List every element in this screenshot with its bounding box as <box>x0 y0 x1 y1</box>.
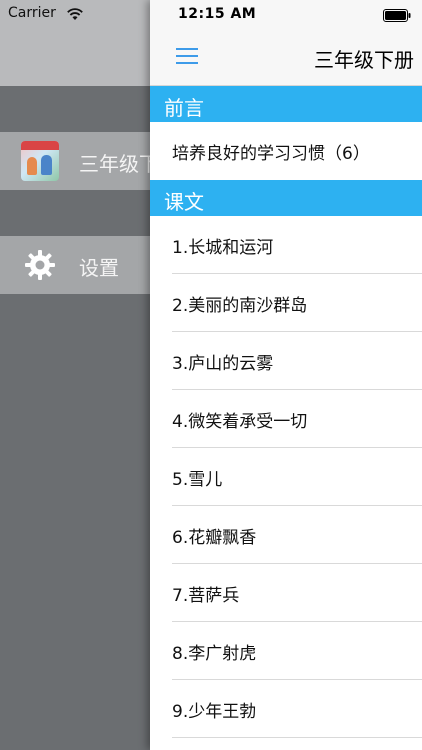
list-item-label: 4.微笑着承受一切 <box>172 412 308 432</box>
list-item[interactable]: 1.长城和运河 <box>150 216 422 274</box>
drawer-item-label: 设置 <box>79 256 119 280</box>
list-item-label: 2.美丽的南沙群岛 <box>172 296 308 316</box>
hamburger-menu-icon[interactable] <box>174 44 200 66</box>
list-item[interactable]: 4.微笑着承受一切 <box>150 390 422 448</box>
list-item-label: 6.花瓣飘香 <box>172 528 257 548</box>
status-time: 12:15 AM <box>178 6 257 22</box>
list-item-label: 培养良好的学习习惯（6） <box>172 144 370 164</box>
list-item[interactable]: 3.庐山的云雾 <box>150 332 422 390</box>
divider <box>172 737 422 738</box>
list-item-label: 7.菩萨兵 <box>172 586 240 606</box>
list-item[interactable]: 2.美丽的南沙群岛 <box>150 274 422 332</box>
main-panel: 12:15 AM 三年级下册 前言 培养良好的学习习惯（6） 课文 1.长城和运… <box>150 0 422 750</box>
top-nav-bar: 三年级下册 <box>150 30 422 86</box>
list-item-label: 3.庐山的云雾 <box>172 354 274 374</box>
gear-icon <box>25 250 55 280</box>
list-item[interactable]: 6.花瓣飘香 <box>150 506 422 564</box>
section-header-label: 前言 <box>164 96 204 120</box>
status-bar: 12:15 AM <box>150 0 422 30</box>
section-header-label: 课文 <box>164 190 204 214</box>
book-cover-icon <box>21 141 59 181</box>
list-item-label: 9.少年王勃 <box>172 702 257 722</box>
list-item-label: 5.雪儿 <box>172 470 223 490</box>
list-item[interactable]: 7.菩萨兵 <box>150 564 422 622</box>
list-item[interactable]: 9.少年王勃 <box>150 680 422 738</box>
wifi-icon <box>67 8 83 20</box>
list-item-label: 1.长城和运河 <box>172 238 274 258</box>
section-header-preface: 前言 <box>150 86 422 122</box>
list-item[interactable]: 8.李广射虎 <box>150 622 422 680</box>
carrier-label: Carrier <box>8 5 56 21</box>
page-title: 三年级下册 <box>314 48 414 72</box>
list-item-label: 8.李广射虎 <box>172 644 257 664</box>
section-header-lessons: 课文 <box>150 180 422 216</box>
battery-icon <box>383 9 411 22</box>
list-item[interactable]: 5.雪儿 <box>150 448 422 506</box>
list-item[interactable]: 培养良好的学习习惯（6） <box>150 122 422 180</box>
